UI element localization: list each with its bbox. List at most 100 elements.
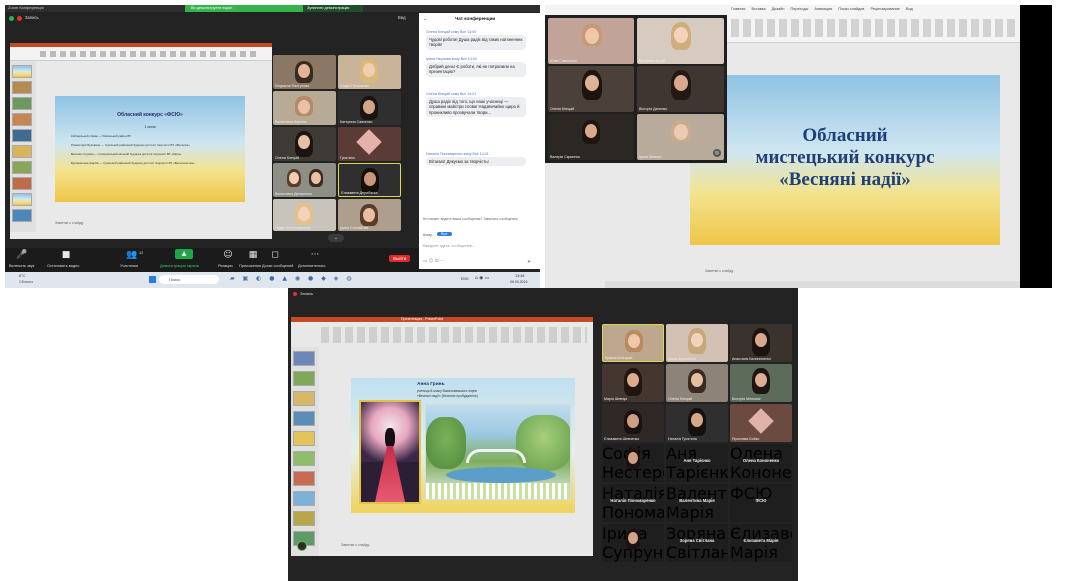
- taskbar-search[interactable]: Поиск: [159, 275, 219, 284]
- video-tile[interactable]: Людмила Пастухова: [273, 55, 336, 89]
- video-tile[interactable]: Анастасія Калиниченко: [730, 324, 792, 362]
- gallery-next-page-button[interactable]: ⌄: [328, 234, 344, 242]
- menu-item[interactable]: Рецензирование: [871, 7, 900, 11]
- slide-thumb[interactable]: [12, 81, 32, 94]
- toolbar-label: Остановить видео: [47, 264, 80, 268]
- video-tile-off[interactable]: Зоряна Світлана Зоряна Світлана: [666, 524, 728, 562]
- slide-thumb[interactable]: [12, 129, 32, 142]
- notes-pane[interactable]: Заметки к слайду: [55, 221, 83, 225]
- start-icon[interactable]: [149, 276, 156, 283]
- record-icon: [293, 292, 297, 296]
- slide-thumb[interactable]: [293, 451, 315, 466]
- slide-thumb[interactable]: [293, 431, 315, 446]
- slide-thumb[interactable]: [293, 391, 315, 406]
- participant-name: Єлизавета Дерибаска: [341, 191, 378, 195]
- video-tile[interactable]: Валентина Денисенко: [273, 163, 336, 197]
- notes-pane[interactable]: Заметки к слайду: [705, 269, 733, 273]
- video-tile[interactable]: Катерина Савченко: [338, 91, 401, 125]
- slide-thumbnails: [291, 347, 319, 556]
- video-tile-off[interactable]: Єлизавета Марія Єлизавета Марія: [730, 524, 792, 562]
- video-tile[interactable]: Ірина Денисенко: [666, 324, 728, 362]
- language-indicator[interactable]: ENG: [461, 277, 469, 281]
- video-tile[interactable]: Надія Тонкошкуренко: [273, 199, 336, 231]
- zoom-screenshot-artwork: Запись Презентация - PowerPoint Анна Гри…: [288, 288, 798, 581]
- video-tile[interactable]: Гусятино: [338, 127, 401, 161]
- video-tile[interactable]: Юлія Сімоненко: [548, 18, 634, 64]
- video-tile-off[interactable]: Аня Тарієнко Аня Тарієнко: [666, 444, 728, 482]
- video-tile[interactable]: Єлизавета Шевченко: [602, 404, 664, 442]
- slide-thumb[interactable]: [293, 511, 315, 526]
- slide-thumb[interactable]: [293, 471, 315, 486]
- participant-name: Юлія Сімоненко: [550, 59, 577, 63]
- more-icon[interactable]: ···: [306, 250, 324, 260]
- send-icon[interactable]: ➤: [527, 259, 531, 265]
- video-tile[interactable]: Валентина Карпюк: [273, 91, 336, 125]
- video-tile[interactable]: Ярослава Бойко: [730, 404, 792, 442]
- zoom-control-icon[interactable]: [297, 541, 307, 551]
- reactions-icon[interactable]: ☺: [219, 250, 237, 260]
- video-tile-off[interactable]: ФСЮ ФСЮ: [730, 484, 792, 522]
- tray-icon[interactable]: ⌂ ◉ ▭: [475, 276, 489, 281]
- slide-thumb[interactable]: [12, 145, 32, 158]
- slide-thumb[interactable]: [293, 411, 315, 426]
- slide-thumb[interactable]: [12, 113, 32, 126]
- video-tile[interactable]: Марія Шевчук: [602, 364, 664, 402]
- stop-share-button[interactable]: Зупинити демонстрацію: [303, 5, 363, 12]
- microphone-icon[interactable]: 🎤: [13, 250, 31, 260]
- video-tile[interactable]: Катерина Бугай: [637, 18, 724, 64]
- to-recipient-select[interactable]: Все: [437, 232, 452, 236]
- menu-item[interactable]: Переходы: [791, 7, 809, 11]
- leave-button[interactable]: Выйти: [389, 255, 411, 262]
- slide-thumb[interactable]: [12, 65, 32, 78]
- menu-item[interactable]: Показ слайдов: [838, 7, 864, 11]
- video-tile-off[interactable]: Валентина Марія Валентина Марія: [666, 484, 728, 522]
- video-tile[interactable]: Олена Клецай: [666, 364, 728, 402]
- view-button[interactable]: Вид: [398, 15, 406, 20]
- menu-item[interactable]: Главная: [731, 7, 745, 11]
- notes-pane[interactable]: Заметки к слайду: [341, 543, 369, 547]
- chat-input[interactable]: Введите здесь сообщение...: [423, 243, 475, 248]
- video-tile[interactable]: Вікторія Мельник: [730, 364, 792, 402]
- video-tile[interactable]: Ірина Соловйова: [338, 199, 401, 231]
- format-icon[interactable]: ▭ ☺ ⊡ ⋯: [423, 259, 445, 264]
- slide-canvas: Обласний конкурс «ФСЮ» 1 сесія Кобзарськ…: [55, 96, 245, 202]
- slide-thumb[interactable]: [12, 209, 32, 222]
- slide-thumb[interactable]: [293, 491, 315, 506]
- video-tile-off[interactable]: Наталія Пономаренко Наталія Пономаренко: [602, 484, 664, 522]
- menu-item[interactable]: Вставка: [752, 7, 766, 11]
- whiteboard-icon[interactable]: ◻: [266, 250, 284, 260]
- video-tile-off[interactable]: Софія Нестеренко: [602, 444, 664, 482]
- weather-desc: Облачно: [19, 280, 34, 284]
- apps-icon[interactable]: ▦: [244, 250, 262, 260]
- video-tile[interactable]: Ірина Шевчук ◎: [637, 114, 724, 160]
- chat-title: Чат конференции: [455, 16, 496, 21]
- video-tile[interactable]: Олена Клецай: [548, 66, 634, 112]
- taskbar-apps-icon[interactable]: ▰ ▣ ◐ ● ▲ ◉ ● ◆ ◈ ◍: [230, 275, 354, 282]
- video-tile-off[interactable]: Олена Кононенко Олена Кононенко: [730, 444, 792, 482]
- slide-thumb[interactable]: [12, 97, 32, 110]
- slide-thumb[interactable]: [12, 161, 32, 174]
- video-tile-active[interactable]: Кузина Білецька: [602, 324, 664, 362]
- slide-thumb[interactable]: [12, 177, 32, 190]
- video-tile[interactable]: Софія Пілишенко: [338, 55, 401, 89]
- collapse-icon[interactable]: ⌄: [423, 16, 427, 22]
- participant-name: Аня Тарієнко: [666, 444, 728, 482]
- video-tile-active[interactable]: Єлизавета Дерибаска: [338, 163, 401, 197]
- participant-name: Зоряна Світлана: [666, 524, 728, 562]
- menu-item[interactable]: Дизайн: [772, 7, 785, 11]
- slide-thumb[interactable]: [12, 193, 32, 206]
- share-screen-icon[interactable]: ▲: [175, 249, 193, 259]
- chat-privacy-note[interactable]: Кто может видеть ваши сообщения? Записат…: [423, 217, 535, 221]
- video-tile-off[interactable]: Ірина Супрунова: [602, 524, 664, 562]
- slide-thumb[interactable]: [293, 371, 315, 386]
- camera-icon[interactable]: ■: [57, 250, 75, 260]
- participant-name: Олена Кононенко: [730, 444, 792, 482]
- video-tile[interactable]: Олена Клецай: [273, 127, 336, 161]
- video-tile[interactable]: Валерія Скрипник: [548, 114, 634, 160]
- menu-item[interactable]: Анимация: [814, 7, 832, 11]
- settings-icon[interactable]: ◎: [713, 149, 721, 157]
- video-tile[interactable]: Вікторія Данилко: [637, 66, 724, 112]
- menu-item[interactable]: Вид: [906, 7, 913, 11]
- slide-thumb[interactable]: [293, 351, 315, 366]
- video-tile[interactable]: Наталія Гусятина: [666, 404, 728, 442]
